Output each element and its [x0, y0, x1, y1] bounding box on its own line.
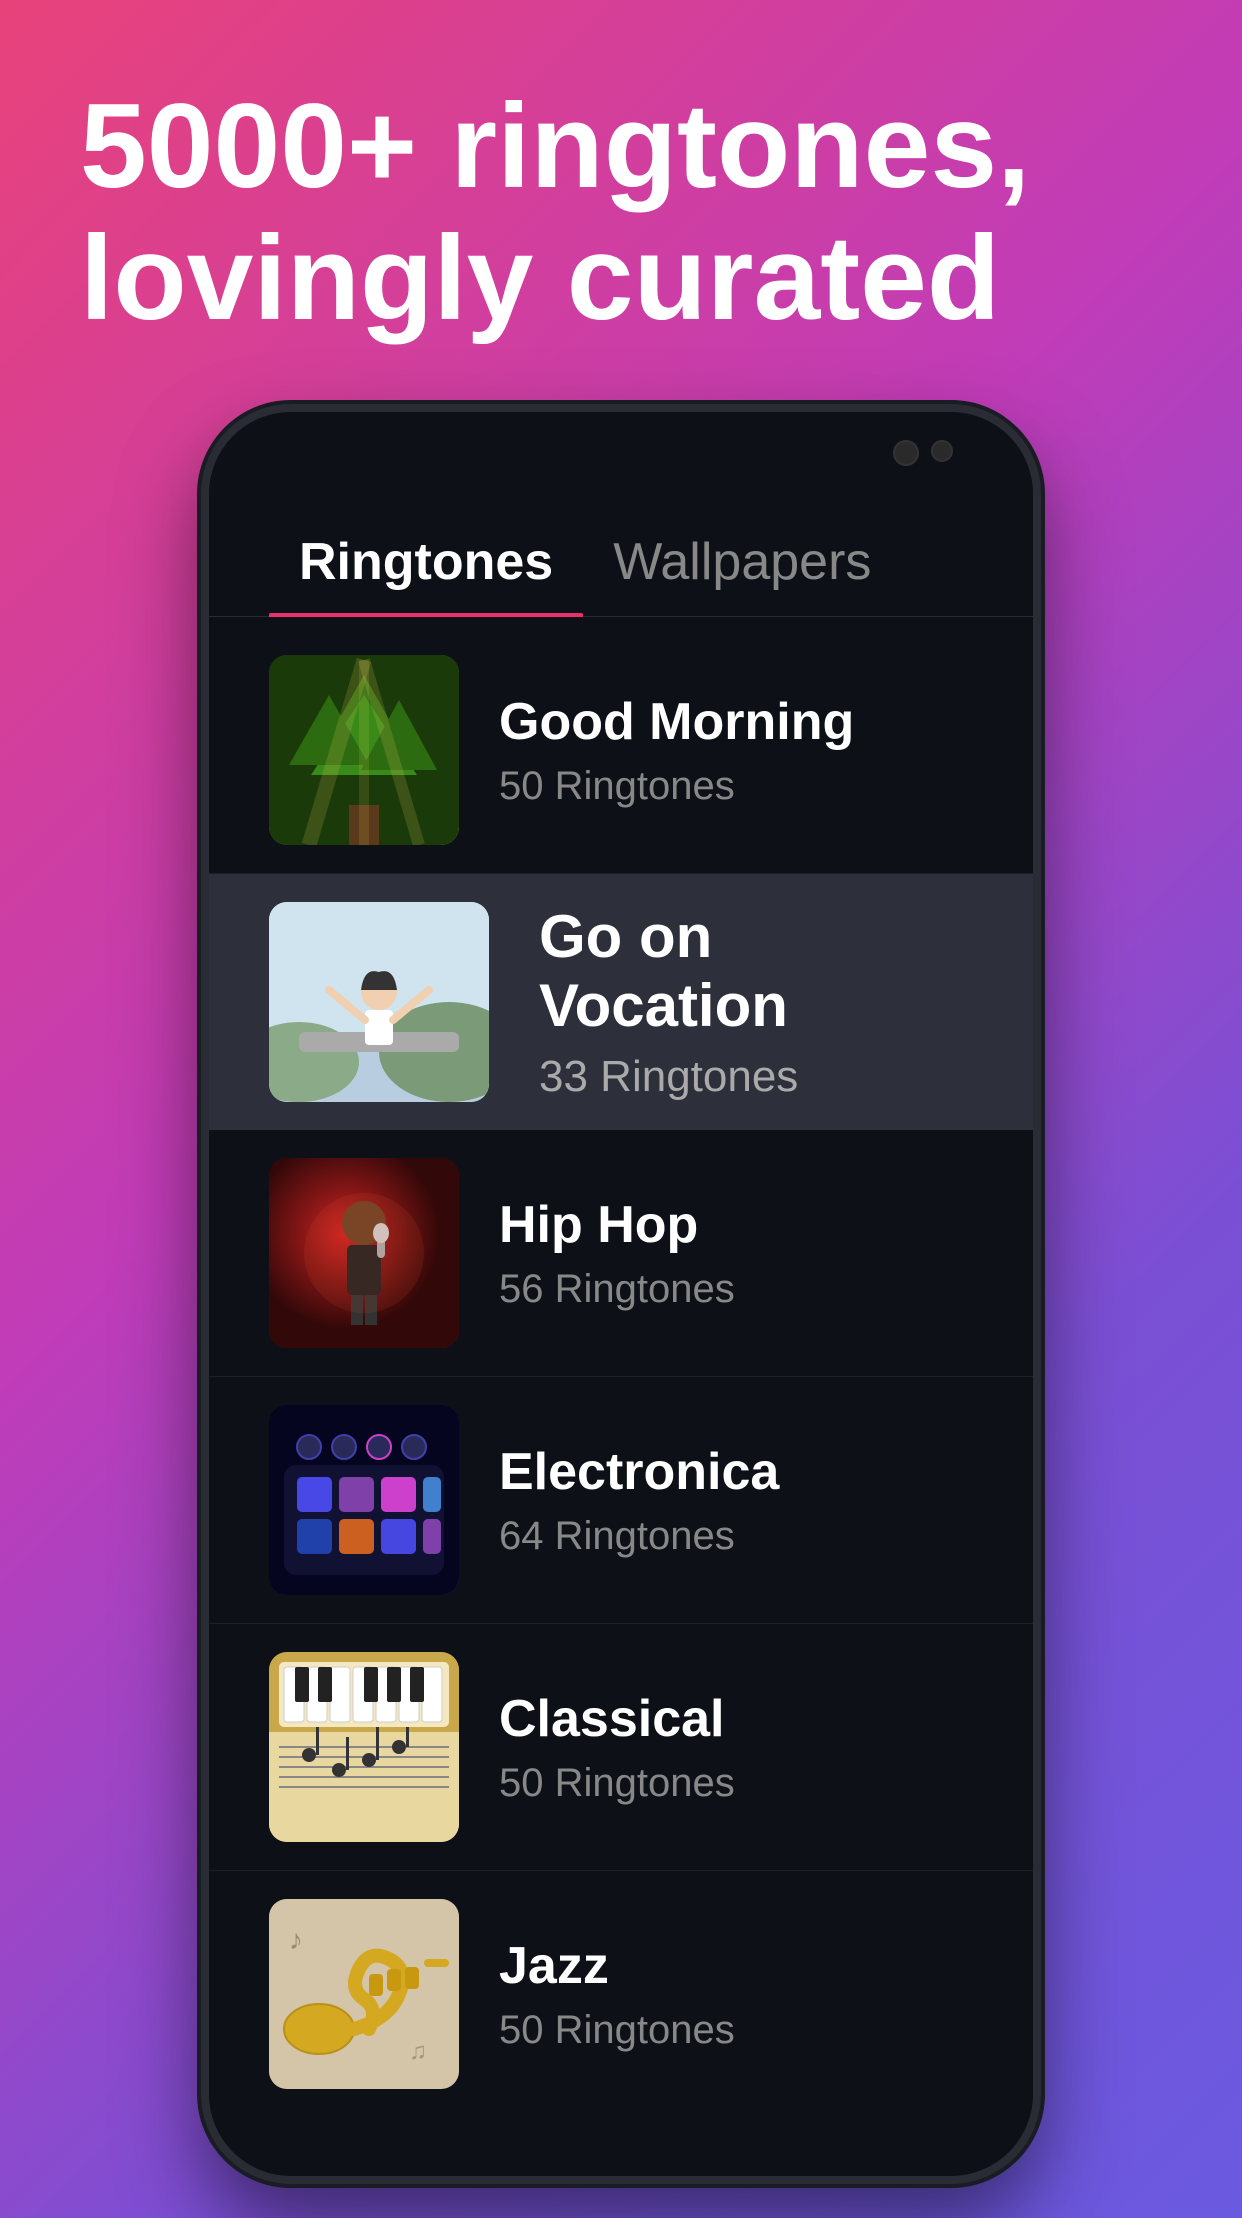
category-text: Good Morning 50 Ringtones — [499, 692, 973, 809]
category-title: Jazz — [499, 1936, 973, 1996]
classical-illustration — [269, 1652, 459, 1842]
category-title: Electronica — [499, 1442, 973, 1502]
list-item[interactable]: Classical 50 Ringtones — [209, 1624, 1033, 1871]
category-title: Hip Hop — [499, 1195, 973, 1255]
phone-mockup: Ringtones Wallpapers — [201, 404, 1041, 2184]
list-item[interactable]: Good Morning 50 Ringtones — [209, 627, 1033, 874]
category-title: Good Morning — [499, 692, 973, 752]
camera-area — [893, 440, 953, 466]
jazz-scene: ♪ ♫ — [269, 1899, 459, 2089]
category-text: Jazz 50 Ringtones — [499, 1936, 973, 2053]
category-count: 50 Ringtones — [499, 764, 973, 809]
category-count: 56 Ringtones — [499, 1267, 973, 1312]
hero-line1-rest: ringtones, — [417, 79, 1030, 213]
category-count: 50 Ringtones — [499, 1761, 973, 1806]
secondary-camera — [931, 440, 953, 462]
hero-section: 5000+ ringtones, lovingly curated — [0, 0, 1242, 404]
phone-frame: Ringtones Wallpapers — [201, 404, 1041, 2184]
tab-ringtones[interactable]: Ringtones — [269, 512, 583, 616]
hero-line2: lovingly curated — [80, 211, 1000, 345]
category-thumbnail — [269, 1158, 459, 1348]
hiphop-illustration — [269, 1158, 459, 1348]
category-count: 64 Ringtones — [499, 1514, 973, 1559]
svg-text:♪: ♪ — [289, 1924, 303, 1955]
hero-count: 5000+ — [80, 79, 417, 213]
vacation-scene — [269, 902, 489, 1102]
category-thumbnail — [269, 655, 459, 845]
list-item[interactable]: Electronica 64 Ringtones — [209, 1377, 1033, 1624]
tab-wallpapers[interactable]: Wallpapers — [583, 512, 901, 616]
category-text: Go on Vocation 33 Ringtones — [529, 902, 973, 1102]
list-item-highlighted[interactable]: Go on Vocation 33 Ringtones — [209, 874, 1033, 1130]
category-thumbnail — [269, 902, 489, 1102]
category-thumbnail: ♪ ♫ — [269, 1899, 459, 2089]
forest-icon — [269, 655, 459, 845]
electro-scene — [269, 1405, 459, 1595]
hiphop-scene — [269, 1158, 459, 1348]
svg-text:♫: ♫ — [409, 2038, 427, 2065]
category-thumbnail — [269, 1652, 459, 1842]
list-item[interactable]: ♪ ♫ Jazz 50 Ringtones — [209, 1871, 1033, 2117]
category-title: Classical — [499, 1689, 973, 1749]
category-text: Classical 50 Ringtones — [499, 1689, 973, 1806]
phone-screen: Ringtones Wallpapers — [209, 412, 1033, 2176]
classical-scene — [269, 1652, 459, 1842]
vacation-illustration — [269, 902, 489, 1102]
category-count: 50 Ringtones — [499, 2008, 973, 2053]
main-camera — [893, 440, 919, 466]
category-text: Electronica 64 Ringtones — [499, 1442, 973, 1559]
category-thumbnail — [269, 1405, 459, 1595]
category-count: 33 Ringtones — [539, 1052, 973, 1102]
jazz-illustration: ♪ ♫ — [269, 1899, 459, 2089]
list-item[interactable]: Hip Hop 56 Ringtones — [209, 1130, 1033, 1377]
electronica-illustration — [269, 1405, 459, 1595]
category-list: Good Morning 50 Ringtones — [209, 617, 1033, 2176]
category-title: Go on Vocation — [539, 902, 973, 1040]
category-text: Hip Hop 56 Ringtones — [499, 1195, 973, 1312]
